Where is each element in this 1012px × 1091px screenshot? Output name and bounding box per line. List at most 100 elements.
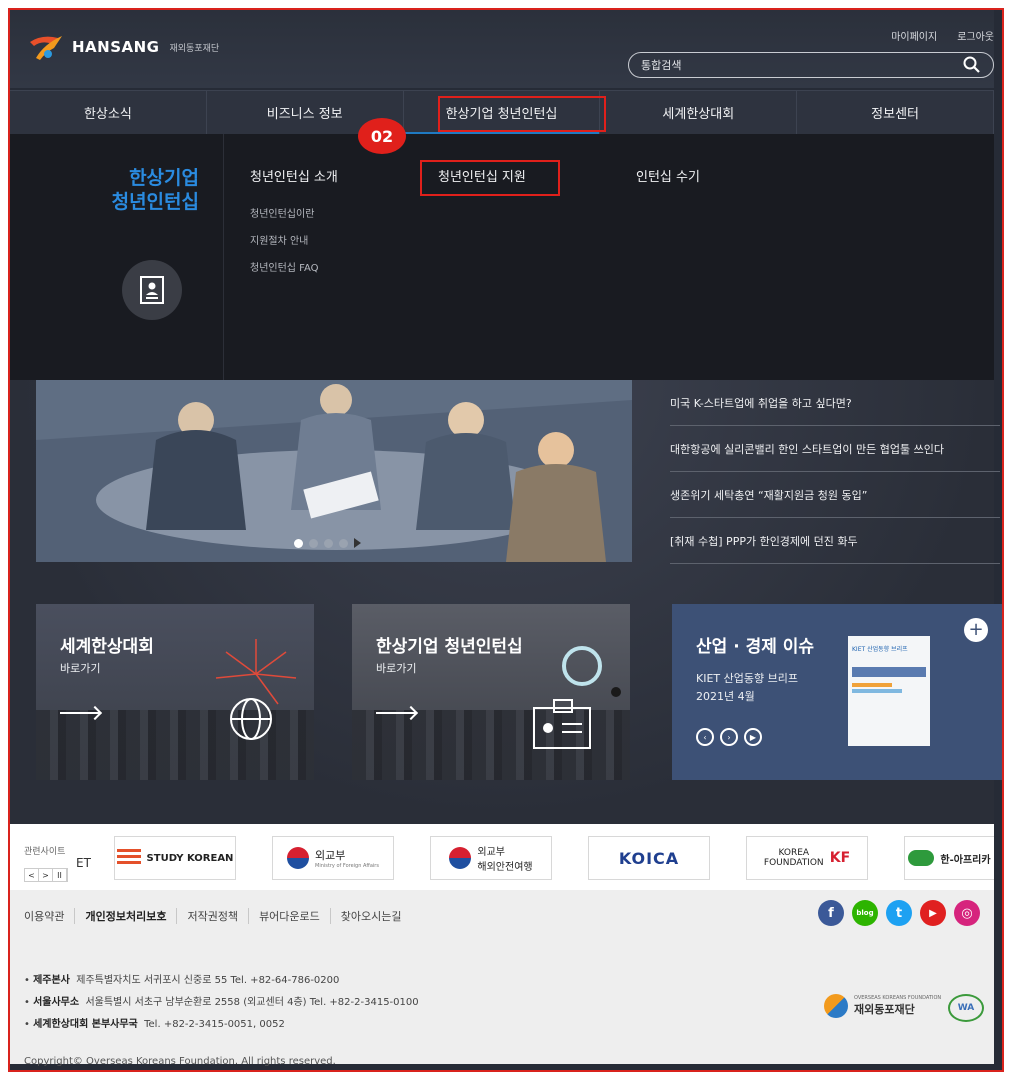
copyright-policy-link[interactable]: 저작권정책	[177, 908, 250, 924]
search-icon[interactable]	[963, 56, 981, 74]
directions-link[interactable]: 찾아오시는길	[331, 908, 412, 924]
site-name: 외교부	[477, 847, 505, 858]
card-internship[interactable]: 한상기업 청년인턴십 바로가기	[352, 604, 630, 780]
address-label: 제주본사	[33, 975, 70, 986]
card-world-convention[interactable]: 세계한상대회 바로가기	[36, 604, 314, 780]
resume-icon	[533, 646, 621, 749]
twitter-icon[interactable]: t	[886, 900, 912, 926]
news-item[interactable]: 생존위기 세탁총연 “재활지원금 청원 동입”	[670, 472, 1000, 518]
mypage-link[interactable]: 마이페이지	[891, 28, 937, 43]
korea-foundation-link[interactable]: KOREA FOUNDATION KF	[746, 836, 868, 880]
kf-logo-icon: KF	[829, 850, 851, 866]
social-links: f blog t ▶ ◎	[818, 900, 980, 926]
mega-sub-about[interactable]: 청년인턴십이란	[250, 205, 338, 220]
address-text: 제주특별자치도 서귀포시 신중로 55 Tel. +82-64-786-0200	[76, 975, 340, 986]
blog-icon[interactable]: blog	[852, 900, 878, 926]
issue-line1: KIET 산업동향 브리프	[696, 672, 798, 685]
korea-africa-link[interactable]: 한-아프리카	[904, 836, 994, 880]
site-text: 외교부 해외안전여행	[477, 843, 532, 873]
nav-item-internship[interactable]: 한상기업 청년인턴십	[403, 91, 601, 135]
address-line: • 서울사무소 서울특별시 서초구 남부순환로 2558 (외교센터 4층) T…	[24, 997, 419, 1008]
mega-sub-procedure[interactable]: 지원절차 안내	[250, 232, 338, 247]
step-badge: 02	[358, 118, 406, 154]
hero-illustration	[36, 380, 632, 562]
hero-dot-2[interactable]	[309, 538, 318, 548]
logo-text: HANSANG	[72, 38, 160, 56]
safe-travel-link[interactable]: 외교부 해외안전여행	[430, 836, 552, 880]
card-link-label: 바로가기	[376, 662, 417, 675]
mega-head-intro[interactable]: 청년인턴십 소개	[250, 166, 338, 185]
mofa-link[interactable]: 외교부 Ministry of Foreign Affairs	[272, 836, 394, 880]
hero-banner[interactable]	[36, 380, 632, 562]
nav-item-hansang-news[interactable]: 한상소식	[10, 91, 207, 134]
okf-logo[interactable]: OVERSEAS KOREANS FOUNDATION 재외동포재단	[824, 994, 941, 1018]
okf-emblem-icon	[824, 994, 848, 1018]
main-nav: 한상소식 비즈니스 정보 한상기업 청년인턴십 세계한상대회 정보센터	[10, 90, 994, 135]
koica-link[interactable]: KOICA	[588, 836, 710, 880]
facebook-icon[interactable]: f	[818, 900, 844, 926]
korea-africa-icon	[908, 850, 935, 866]
mega-menu-side: 한상기업 청년인턴십	[10, 134, 224, 380]
utility-links: 마이페이지 로그아웃	[891, 28, 994, 43]
hero-pagination	[294, 538, 361, 548]
youtube-icon[interactable]: ▶	[920, 900, 946, 926]
card-title: 세계한상대회	[60, 637, 154, 657]
card-title: 산업 · 경제 이슈	[696, 637, 815, 657]
terms-link[interactable]: 이용약관	[24, 908, 76, 924]
card-industry-issue[interactable]: 산업 · 경제 이슈 KIET 산업동향 브리프 2021년 4월 + KIET…	[672, 604, 1002, 780]
taegeuk-icon	[449, 847, 472, 869]
logo[interactable]: HANSANG 재외동포재단	[28, 32, 219, 62]
prev-icon[interactable]: ‹	[696, 728, 714, 746]
related-pause[interactable]: II	[53, 869, 67, 881]
fireworks-icon	[215, 639, 297, 740]
play-icon[interactable]: ▶	[744, 728, 762, 746]
brief-title: KIET 산업동향 브리프	[852, 646, 908, 653]
hero-dot-1[interactable]	[294, 538, 303, 548]
next-icon[interactable]: ›	[720, 728, 738, 746]
news-item[interactable]: 대한항공에 실리콘밸리 한인 스타트업이 만든 협업툴 쓰인다	[670, 426, 1000, 472]
search-box	[628, 52, 994, 78]
address-text: Tel. +82-2-3415-0051, 0052	[144, 1019, 285, 1030]
mega-head-apply[interactable]: 청년인턴십 지원	[438, 166, 526, 185]
viewer-download-link[interactable]: 뷰어다운로드	[249, 908, 331, 924]
address-line: • 세계한상대회 본부사무국 Tel. +82-2-3415-0051, 005…	[24, 1019, 285, 1030]
footer-links: 이용약관 개인정보처리보호 저작권정책 뷰어다운로드 찾아오시는길	[24, 908, 412, 924]
news-item[interactable]: 미국 K-스타트업에 취업을 하고 싶다면?	[670, 380, 1000, 426]
copyright: Copyright© Overseas Koreans Foundation. …	[24, 1056, 336, 1067]
mega-col-review: 인턴십 수기	[636, 166, 700, 205]
site-name: KOICA	[618, 848, 680, 868]
news-item[interactable]: [취재 수첩] PPP가 한인경제에 던진 화두	[670, 518, 1000, 564]
mega-menu: 한상기업 청년인턴십 청년인턴십 소개 청년인턴십이란 지원절차 안내 청년인턴…	[10, 134, 994, 380]
hero-dot-3[interactable]	[324, 538, 333, 548]
hero-dot-4[interactable]	[339, 538, 348, 548]
address-label: 서울사무소	[33, 997, 80, 1008]
hero-play-icon[interactable]	[354, 538, 361, 548]
privacy-link[interactable]: 개인정보처리보호	[75, 908, 178, 924]
related-prev[interactable]: <	[25, 869, 39, 881]
mega-col-apply: 청년인턴십 지원	[438, 166, 526, 205]
instagram-icon[interactable]: ◎	[954, 900, 980, 926]
mega-menu-title: 한상기업 청년인턴십	[112, 166, 199, 214]
mega-head-review[interactable]: 인턴십 수기	[636, 166, 700, 185]
web-accessibility-badge-icon: WA	[948, 994, 984, 1022]
nav-item-world-convention[interactable]: 세계한상대회	[600, 91, 798, 134]
logout-link[interactable]: 로그아웃	[957, 28, 994, 43]
mega-sub-faq[interactable]: 청년인턴십 FAQ	[250, 259, 338, 274]
id-card-icon	[122, 260, 182, 320]
logo-subtitle: 재외동포재단	[169, 43, 220, 54]
card-title: 한상기업 청년인턴십	[376, 637, 523, 657]
issue-controls: ‹ › ▶	[696, 728, 762, 746]
related-next[interactable]: >	[39, 869, 53, 881]
site-sub: 해외안전여행	[477, 862, 533, 873]
search-input[interactable]	[641, 58, 963, 72]
main-visual: 미국 K-스타트업에 취업을 하고 싶다면? 대한항공에 실리콘밸리 한인 스타…	[10, 380, 1002, 824]
study-korean-link[interactable]: STUDY KOREAN	[114, 836, 236, 880]
site-name: 한-아프리카	[940, 854, 991, 866]
mega-col-intro: 청년인턴십 소개 청년인턴십이란 지원절차 안내 청년인턴십 FAQ	[250, 166, 338, 286]
related-label: 관련사이트	[24, 847, 66, 857]
brief-thumbnail[interactable]: KIET 산업동향 브리프	[848, 636, 930, 746]
nav-item-info-center[interactable]: 정보센터	[797, 91, 994, 134]
header: HANSANG 재외동포재단 마이페이지 로그아웃	[10, 10, 994, 88]
address-text: 서울특별시 서초구 남부순환로 2558 (외교센터 4층) Tel. +82-…	[85, 997, 419, 1008]
plus-icon[interactable]: +	[964, 618, 988, 642]
